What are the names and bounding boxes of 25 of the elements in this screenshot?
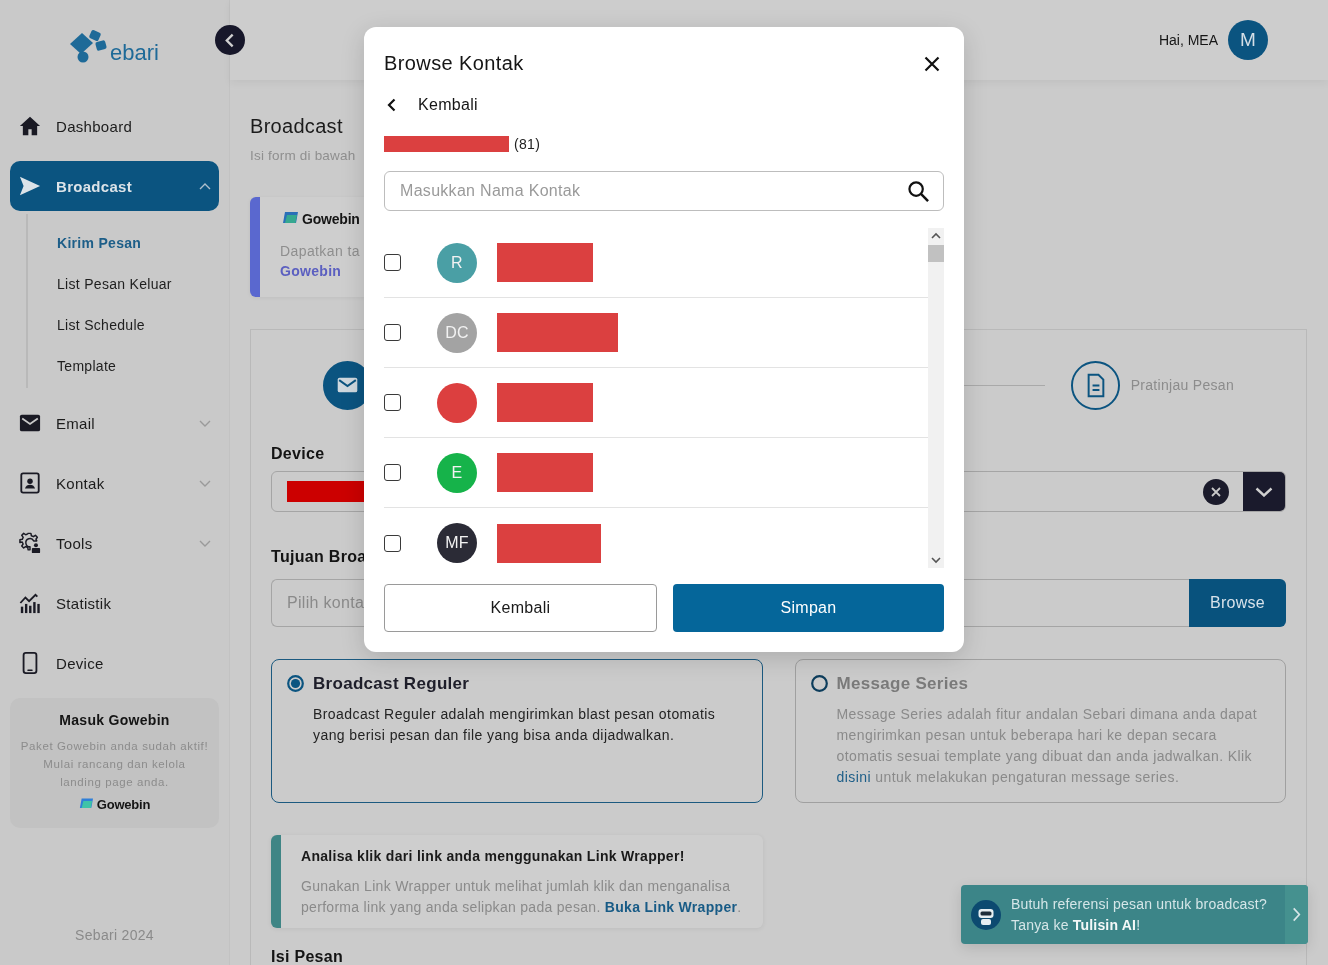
contact-avatar: E: [437, 452, 477, 493]
option-description: Broadcast Reguler adalah mengirimkan blast pesan otomatis yang berisi pesan dan file yang bisa anda dijadwalkan.: [313, 705, 717, 745]
assistant-prompt-text: Butuh referensi pesan untuk broadcast? Tanya ke Tulisin AI!: [1011, 894, 1268, 935]
contact-avatar: R: [437, 242, 477, 283]
greeting-text: Hai, MEA: [1158, 32, 1218, 48]
page-subtitle: Isi form di bawah: [250, 147, 356, 165]
footer-text: Sebari 2024: [75, 926, 154, 945]
field-label: Device: [271, 444, 325, 464]
brand-name: Gowebin: [96, 797, 151, 812]
option-description: Message Series adalah fitur andalan Sebari dimana anda dapat mengirimkan pesan untuk beberapa hari ke depan secara otomatis sesuai template yang dibuat dan anda jadwalkan. Klik disini untuk melakukan pengaturan message series.: [836, 705, 1259, 787]
logo-text: ebari: [110, 40, 159, 65]
contact-count: (81): [514, 136, 541, 152]
step-label: Pratinjau Pesan: [1130, 377, 1234, 393]
promo-title: Masuk Gowebin: [59, 711, 170, 730]
contact-avatar: MF: [437, 523, 477, 563]
info-title: Analisa klik dari link anda menggunakan Link Wrapper!: [301, 847, 685, 866]
option-title: Message Series: [836, 673, 969, 695]
option-title: Broadcast Reguler: [313, 673, 470, 695]
dialog-title: Browse Kontak: [384, 51, 524, 75]
banner-text: Dapatkan ta: [280, 242, 360, 261]
info-text: Gunakan Link Wrapper untuk melihat jumlah klik dan menganalisa performa link yang anda selipkan pada pesan. Buka Link Wrapper.: [301, 877, 743, 917]
page-title: Broadcast: [250, 114, 343, 139]
contact-avatar: DC: [437, 312, 477, 353]
section-label: Isi Pesan: [271, 947, 344, 965]
brand-name: Gowebin: [302, 211, 360, 227]
